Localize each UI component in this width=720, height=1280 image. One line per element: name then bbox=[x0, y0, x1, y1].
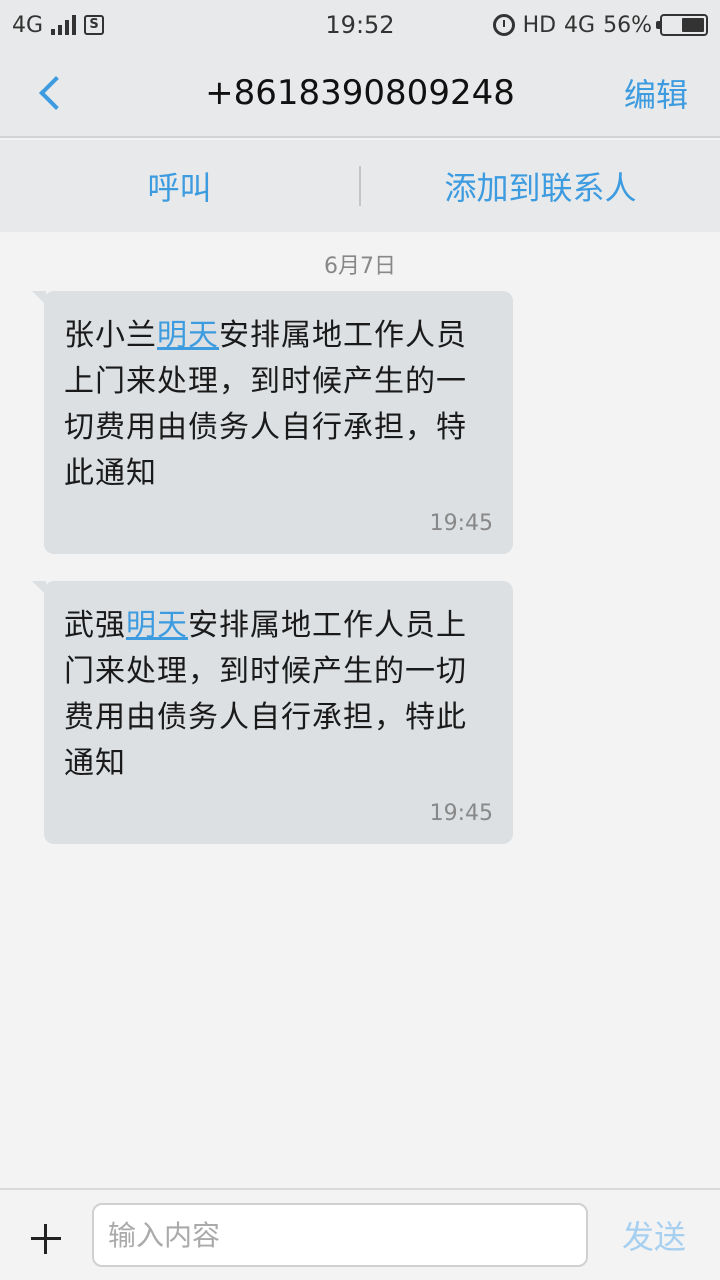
network-label: 4G bbox=[12, 12, 44, 38]
chevron-left-icon bbox=[39, 76, 73, 110]
message-time: 19:45 bbox=[429, 801, 493, 826]
compose-bar: 发送 bbox=[0, 1188, 720, 1280]
message-text: 张小兰明天安排属地工作人员上门来处理，到时候产生的一切费用由债务人自行承担，特此… bbox=[64, 313, 493, 497]
message-text-pre: 武强 bbox=[64, 608, 126, 643]
message-text-pre: 张小兰 bbox=[64, 318, 157, 353]
message-bubble[interactable]: 武强明天安排属地工作人员上门来处理，到时候产生的一切费用由债务人自行承担，特此通… bbox=[32, 581, 513, 844]
call-button[interactable]: 呼叫 bbox=[0, 163, 359, 209]
back-button[interactable] bbox=[0, 49, 100, 137]
conversation-header: +8618390809248 编辑 bbox=[0, 50, 720, 138]
date-link[interactable]: 明天 bbox=[126, 608, 188, 643]
message-time: 19:45 bbox=[429, 511, 493, 536]
hd-label: HD bbox=[522, 12, 557, 38]
sim-icon: S bbox=[84, 15, 105, 35]
message-text: 武强明天安排属地工作人员上门来处理，到时候产生的一切费用由债务人自行承担，特此通… bbox=[64, 603, 493, 787]
network2-label: 4G bbox=[564, 12, 596, 38]
action-bar: 呼叫 添加到联系人 bbox=[0, 140, 720, 232]
status-bar: 4G S 19:52 HD 4G 56% bbox=[0, 0, 720, 50]
message-bubble[interactable]: 张小兰明天安排属地工作人员上门来处理，到时候产生的一切费用由债务人自行承担，特此… bbox=[32, 291, 513, 554]
edit-button[interactable]: 编辑 bbox=[624, 70, 720, 116]
signal-icon bbox=[51, 15, 77, 35]
battery-icon bbox=[656, 14, 708, 36]
date-label: 6月7日 bbox=[324, 254, 396, 279]
add-contact-button[interactable]: 添加到联系人 bbox=[361, 163, 720, 209]
send-button[interactable]: 发送 bbox=[588, 1212, 720, 1258]
message-input[interactable] bbox=[92, 1203, 588, 1267]
status-right: HD 4G 56% bbox=[492, 12, 708, 38]
alarm-icon bbox=[492, 14, 515, 36]
plus-icon[interactable] bbox=[0, 1189, 92, 1280]
battery-percent: 56% bbox=[603, 12, 652, 38]
status-left: 4G S bbox=[12, 12, 105, 38]
date-link[interactable]: 明天 bbox=[157, 318, 219, 353]
page-title: +8618390809248 bbox=[205, 73, 515, 113]
